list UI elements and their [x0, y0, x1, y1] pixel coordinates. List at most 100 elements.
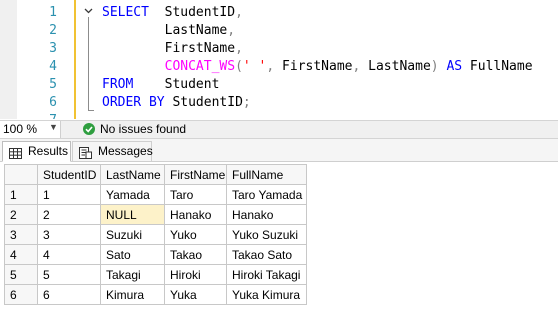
- grid-cell[interactable]: Yuko Suzuki: [226, 224, 307, 245]
- column-header[interactable]: LastName: [100, 164, 165, 185]
- tab-messages-label: Messages: [98, 144, 153, 158]
- table-row[interactable]: 4 4 Sato Takao Takao Sato: [4, 244, 307, 265]
- code-line[interactable]: 3 FirstName,: [0, 40, 558, 58]
- grid-cell[interactable]: Takagi: [100, 264, 165, 285]
- row-number-cell[interactable]: 5: [4, 264, 38, 285]
- grid-cell[interactable]: 4: [37, 244, 101, 265]
- grid-cell[interactable]: Yamada: [100, 184, 165, 205]
- row-number-cell[interactable]: 2: [4, 204, 38, 225]
- grid-header-row: StudentID LastName FirstName FullName: [4, 164, 307, 185]
- grid-corner-cell[interactable]: [4, 164, 38, 185]
- results-tabs: Results Messages: [0, 139, 558, 162]
- line-number: 3: [49, 41, 57, 56]
- grid-cell[interactable]: Takao Sato: [226, 244, 307, 265]
- grid-cell[interactable]: Taro: [164, 184, 227, 205]
- code-text: ORDER BY StudentID;: [102, 94, 251, 112]
- code-token: ): [430, 59, 447, 74]
- grid-cell[interactable]: Kimura: [100, 284, 165, 305]
- line-number: 6: [49, 95, 57, 110]
- row-number-cell[interactable]: 6: [4, 284, 38, 305]
- zoom-value: 100 %: [3, 122, 38, 136]
- code-line[interactable]: 5 FROM Student: [0, 76, 558, 94]
- code-token: LastName: [368, 59, 431, 74]
- line-number: 4: [49, 59, 57, 74]
- sql-editor[interactable]: 1 SELECT StudentID, 2 LastName, 3 FirstName…: [0, 0, 558, 119]
- code-token: ' ': [242, 59, 267, 74]
- tab-results[interactable]: Results: [2, 141, 71, 162]
- code-line[interactable]: 6 ORDER BY StudentID;: [0, 94, 558, 112]
- code-text: CONCAT_WS(' ', FirstName, LastName) AS F…: [102, 58, 533, 76]
- tab-messages[interactable]: Messages: [72, 141, 153, 165]
- column-header[interactable]: FullName: [226, 164, 307, 185]
- code-token: AS: [446, 59, 463, 74]
- code-text: SELECT StudentID,: [102, 4, 243, 22]
- code-line[interactable]: 2 LastName,: [0, 22, 558, 40]
- code-token: ,: [235, 5, 243, 20]
- code-token: CONCAT_WS: [164, 59, 236, 74]
- code-token: ,: [235, 41, 243, 56]
- grid-cell[interactable]: 2: [37, 204, 101, 225]
- grid-cell[interactable]: Yuko: [164, 224, 227, 245]
- code-token: Student: [133, 77, 220, 92]
- grid-cell[interactable]: Takao: [164, 244, 227, 265]
- table-row[interactable]: 3 3 Suzuki Yuko Yuko Suzuki: [4, 224, 307, 245]
- code-text: FROM Student: [102, 76, 219, 94]
- line-number: 5: [49, 77, 57, 92]
- grid-icon: [9, 146, 22, 165]
- code-token: ,: [266, 59, 283, 74]
- messages-icon: [79, 146, 92, 165]
- zoom-dropdown[interactable]: 100 % ▼: [0, 121, 61, 138]
- row-number-cell[interactable]: 1: [4, 184, 38, 205]
- code-line[interactable]: 7: [0, 112, 558, 119]
- issues-status-text[interactable]: No issues found: [100, 122, 186, 136]
- grid-cell[interactable]: Sato: [100, 244, 165, 265]
- check-circle-icon: [83, 123, 95, 135]
- code-token: StudentID: [164, 95, 243, 110]
- code-token: ,: [352, 59, 369, 74]
- grid-cell[interactable]: Hanako: [226, 204, 307, 225]
- code-token: ,: [227, 23, 236, 38]
- code-token: LastName: [102, 23, 228, 38]
- code-text: LastName,: [102, 22, 235, 40]
- editor-status-bar: 100 % ▼ No issues found: [0, 120, 558, 139]
- code-token: StudentID: [148, 5, 236, 20]
- grid-cell[interactable]: Suzuki: [100, 224, 165, 245]
- grid-cell[interactable]: Hanako: [164, 204, 227, 225]
- chevron-down-icon: ▼: [49, 122, 58, 132]
- results-grid[interactable]: StudentID LastName FirstName FullName 11…: [4, 164, 307, 305]
- column-header[interactable]: StudentID: [37, 164, 101, 185]
- table-row[interactable]: 2 2 NULL Hanako Hanako: [4, 204, 307, 225]
- code-line[interactable]: 1 SELECT StudentID,: [0, 4, 558, 22]
- row-number-cell[interactable]: 3: [4, 224, 38, 245]
- code-token: SELECT: [102, 5, 149, 20]
- code-token: ;: [242, 95, 251, 110]
- grid-cell[interactable]: Yuka Kimura: [226, 284, 307, 305]
- table-row[interactable]: 6 6 Kimura Yuka Yuka Kimura: [4, 284, 307, 305]
- grid-cell[interactable]: Hiroki Takagi: [226, 264, 307, 285]
- code-token: FullName: [462, 59, 533, 74]
- line-number: 7: [17, 112, 57, 119]
- grid-cell[interactable]: 6: [37, 284, 101, 305]
- grid-cell[interactable]: 5: [37, 264, 101, 285]
- grid-cell[interactable]: Hiroki: [164, 264, 227, 285]
- grid-cell[interactable]: Taro Yamada: [226, 184, 307, 205]
- code-token: FirstName: [282, 59, 353, 74]
- code-token: FROM: [102, 77, 134, 92]
- code-token: ORDER BY: [102, 95, 165, 110]
- column-header[interactable]: FirstName: [164, 164, 227, 185]
- line-number: 2: [49, 23, 57, 38]
- code-line[interactable]: 4 CONCAT_WS(' ', FirstName, LastName) AS…: [0, 58, 558, 76]
- code-token: (: [235, 59, 243, 74]
- grid-cell[interactable]: 3: [37, 224, 101, 245]
- line-number: 1: [49, 5, 57, 20]
- grid-cell[interactable]: Yuka: [164, 284, 227, 305]
- null-cell[interactable]: NULL: [100, 204, 165, 225]
- table-row[interactable]: 5 5 Takagi Hiroki Hiroki Takagi: [4, 264, 307, 285]
- grid-cell[interactable]: 1: [37, 184, 101, 205]
- row-number-cell[interactable]: 4: [4, 244, 38, 265]
- code-text: FirstName,: [102, 40, 243, 58]
- table-row[interactable]: 1 1 Yamada Taro Taro Yamada: [4, 184, 307, 205]
- code-token: FirstName: [102, 41, 236, 56]
- tab-results-label: Results: [28, 144, 69, 158]
